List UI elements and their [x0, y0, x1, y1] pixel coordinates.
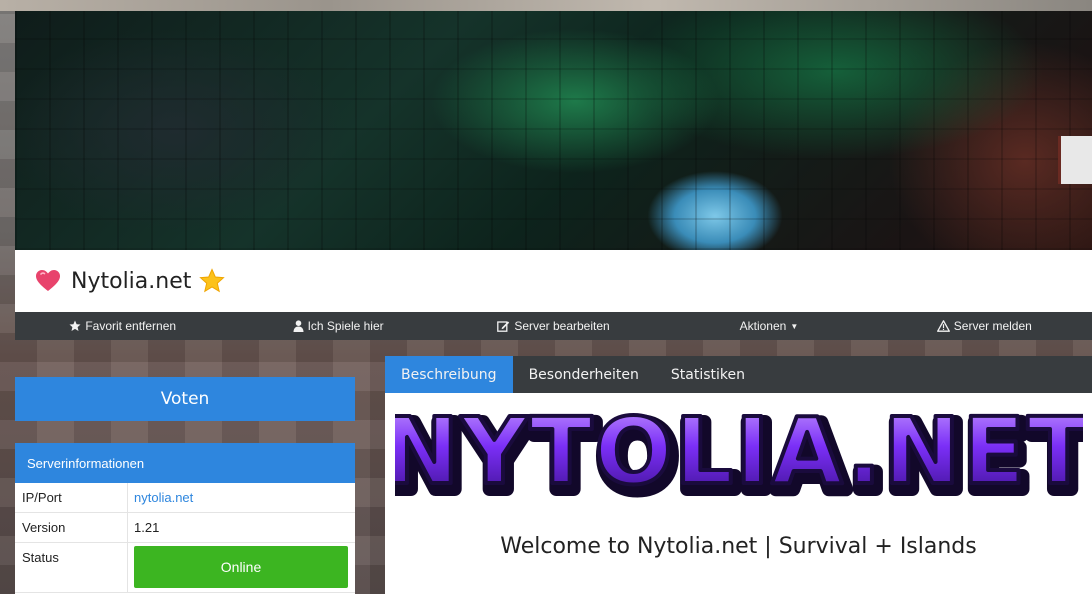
edit-server-label: Server bearbeiten — [514, 319, 610, 333]
server-info-title: Serverinformationen — [15, 443, 355, 483]
report-server-button[interactable]: Server melden — [877, 319, 1092, 333]
banner-sign — [1058, 136, 1092, 184]
info-key-version: Version — [15, 513, 128, 542]
caret-down-icon: ▼ — [790, 321, 799, 331]
server-banner-image — [15, 11, 1092, 250]
vote-button[interactable]: Voten — [15, 377, 355, 421]
server-action-bar: Favorit entfernen Ich Spiele hier Server… — [15, 312, 1092, 340]
page-title: Nytolia.net — [71, 268, 192, 294]
status-badge: Online — [134, 546, 348, 588]
info-key-status: Status — [15, 543, 128, 592]
server-info-panel: Serverinformationen IP/Port nytolia.net … — [15, 443, 355, 594]
star-icon — [69, 320, 81, 331]
content-tabs: Beschreibung Besonderheiten Statistiken — [385, 356, 1092, 393]
report-server-label: Server melden — [953, 319, 1032, 333]
page-background-top — [0, 0, 1092, 11]
welcome-heading: Welcome to Nytolia.net | Survival + Isla… — [500, 534, 977, 559]
edit-server-button[interactable]: Server bearbeiten — [446, 319, 661, 333]
actions-dropdown-label: Aktionen — [739, 319, 787, 333]
info-row-status: Status Online — [15, 543, 355, 593]
banner-texture — [15, 11, 1092, 250]
edit-icon — [497, 321, 510, 332]
tab-features[interactable]: Besonderheiten — [513, 356, 655, 393]
favorite-remove-button[interactable]: Favorit entfernen — [15, 319, 230, 333]
warning-icon — [936, 320, 950, 332]
logo-text: NYTOLIA.NET — [395, 403, 1083, 505]
info-row-version: Version 1.21 — [15, 513, 355, 543]
server-logo: NYTOLIA.NET NYTOLIA.NET — [379, 396, 1092, 518]
server-title-bar: Nytolia.net — [15, 250, 1092, 312]
i-play-here-button[interactable]: Ich Spiele hier — [230, 319, 445, 333]
info-row-ip: IP/Port nytolia.net — [15, 483, 355, 513]
tab-description[interactable]: Beschreibung — [385, 356, 513, 393]
favorite-remove-label: Favorit entfernen — [85, 319, 177, 333]
info-key-ip: IP/Port — [15, 483, 128, 512]
server-content-panel: Beschreibung Besonderheiten Statistiken … — [379, 356, 1092, 594]
server-ip-link[interactable]: nytolia.net — [134, 490, 193, 505]
i-play-here-label: Ich Spiele hier — [307, 319, 384, 333]
star-icon — [199, 268, 226, 294]
heart-icon — [35, 268, 61, 294]
actions-dropdown[interactable]: Aktionen ▼ — [661, 319, 876, 333]
tab-statistics[interactable]: Statistiken — [655, 356, 761, 393]
user-icon — [293, 320, 304, 332]
server-version: 1.21 — [134, 520, 160, 535]
